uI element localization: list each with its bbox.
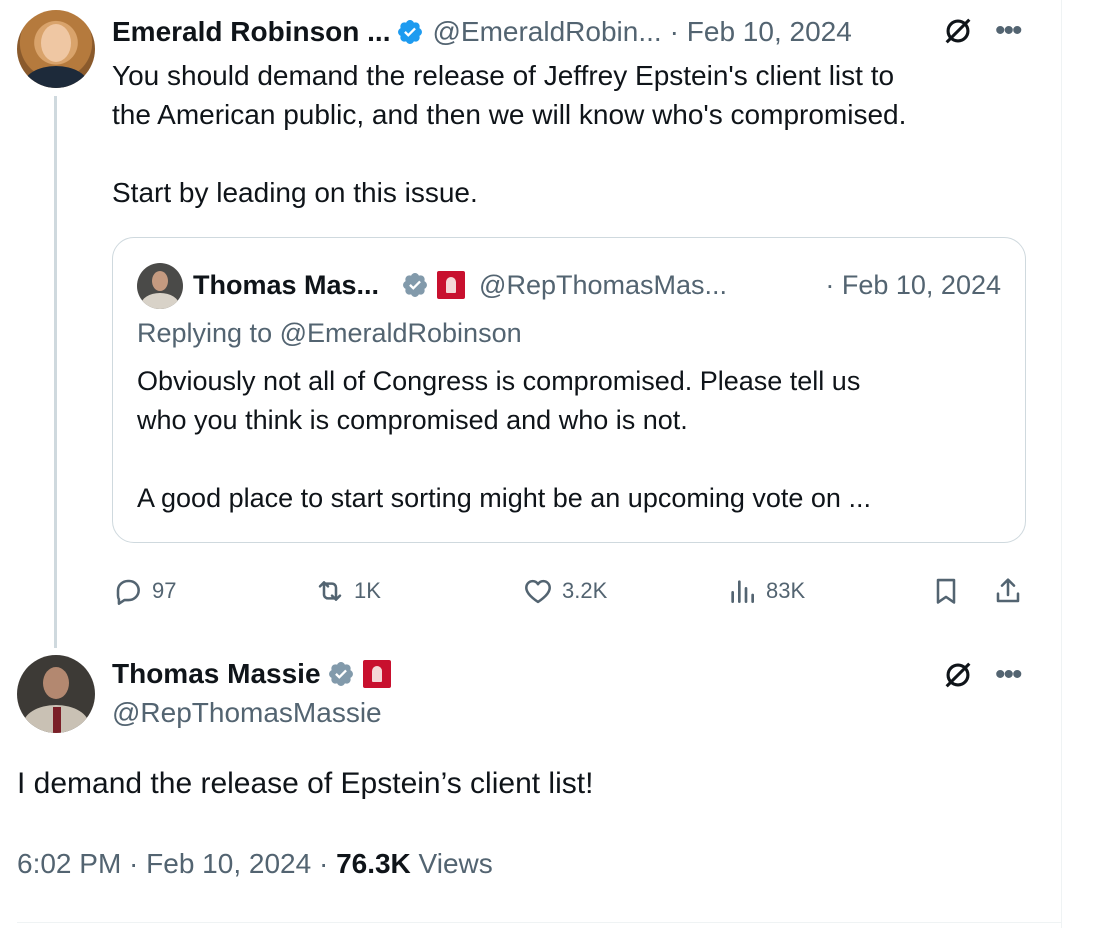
- views-count: 76.3K: [336, 848, 411, 879]
- views-label: Views: [410, 848, 493, 879]
- like-count: 3.2K: [562, 578, 608, 603]
- more-icon[interactable]: •••: [995, 660, 1022, 690]
- tweet-date[interactable]: · Feb 10, 2024: [670, 16, 852, 48]
- reply-button[interactable]: 97: [112, 570, 176, 612]
- quoted-tweet-text: Obviously not all of Congress is comprom…: [137, 362, 1007, 518]
- repost-button[interactable]: 1K: [314, 570, 381, 612]
- tweet-text: I demand the release of Epstein’s client…: [17, 767, 594, 800]
- quoted-text-line: A good place to start sorting might be a…: [137, 483, 871, 513]
- quoted-author-handle[interactable]: @RepThomasMas...: [479, 270, 727, 301]
- divider: [17, 922, 1061, 923]
- quoted-tweet-header: Thomas Mas... @RepThomasMas...: [193, 266, 727, 304]
- reply-icon: [116, 579, 140, 605]
- verified-badge-icon: [403, 273, 428, 297]
- views-button[interactable]: 83K: [726, 570, 805, 612]
- avatar[interactable]: [17, 655, 95, 733]
- slash-circle-icon[interactable]: [941, 14, 975, 48]
- column-divider: [1061, 0, 1062, 928]
- verified-badge-icon: [328, 662, 353, 686]
- quoted-avatar[interactable]: [137, 263, 183, 309]
- like-button[interactable]: 3.2K: [522, 570, 607, 612]
- views-icon: [731, 580, 754, 603]
- share-button[interactable]: [992, 570, 1024, 612]
- quoted-text-line: who you think is compromised and who is …: [137, 405, 688, 435]
- tweet-metadata: 6:02 PM · Feb 10, 2024 · 76.3K Views: [17, 848, 493, 880]
- tweet-header: Thomas Massie: [112, 656, 405, 692]
- repost-icon: [318, 581, 342, 601]
- congress-flag-icon: [437, 271, 466, 299]
- repost-count: 1K: [354, 578, 381, 603]
- author-handle[interactable]: @EmeraldRobin...: [432, 16, 661, 48]
- congress-flag-icon: [362, 660, 391, 688]
- tweet-text-line: Start by leading on this issue.: [112, 177, 478, 208]
- timestamp[interactable]: 6:02 PM · Feb 10, 2024 ·: [17, 848, 336, 879]
- bookmark-button[interactable]: [930, 570, 962, 612]
- quoted-tweet-card[interactable]: Thomas Mas... @RepThomasMas... · Feb 10,…: [112, 237, 1026, 543]
- author-handle[interactable]: @RepThomasMassie: [112, 697, 382, 729]
- author-name[interactable]: Thomas Massie: [112, 658, 321, 690]
- tweet-corner-actions: •••: [941, 658, 1022, 692]
- tweet-header: Emerald Robinson ... @EmeraldRobin... · …: [112, 14, 852, 50]
- quoted-text-line: Obviously not all of Congress is comprom…: [137, 366, 861, 396]
- author-name[interactable]: Emerald Robinson ...: [112, 16, 390, 48]
- slash-circle-icon[interactable]: [941, 658, 975, 692]
- more-icon[interactable]: •••: [995, 16, 1022, 46]
- views-count: 83K: [766, 578, 806, 603]
- tweet-text-line: You should demand the release of Jeffrey…: [112, 60, 895, 91]
- bookmark-icon: [936, 578, 956, 604]
- tweet-text: You should demand the release of Jeffrey…: [112, 56, 1042, 212]
- quoted-tweet-date[interactable]: · Feb 10, 2024: [825, 266, 1001, 304]
- tweet-action-bar: 97 1K 3.2K 83K: [112, 570, 1042, 612]
- tweet-corner-actions: •••: [941, 14, 1022, 48]
- reply-count: 97: [152, 578, 177, 603]
- tweet-text-line: the American public, and then we will kn…: [112, 99, 907, 130]
- heart-icon: [525, 579, 551, 604]
- thread-connector-line: [54, 96, 57, 648]
- quoted-author-name[interactable]: Thomas Mas...: [193, 270, 379, 301]
- replying-to[interactable]: Replying to @EmeraldRobinson: [137, 318, 522, 349]
- verified-badge-icon: [398, 20, 423, 44]
- avatar[interactable]: [17, 10, 95, 88]
- share-icon: [996, 578, 1020, 603]
